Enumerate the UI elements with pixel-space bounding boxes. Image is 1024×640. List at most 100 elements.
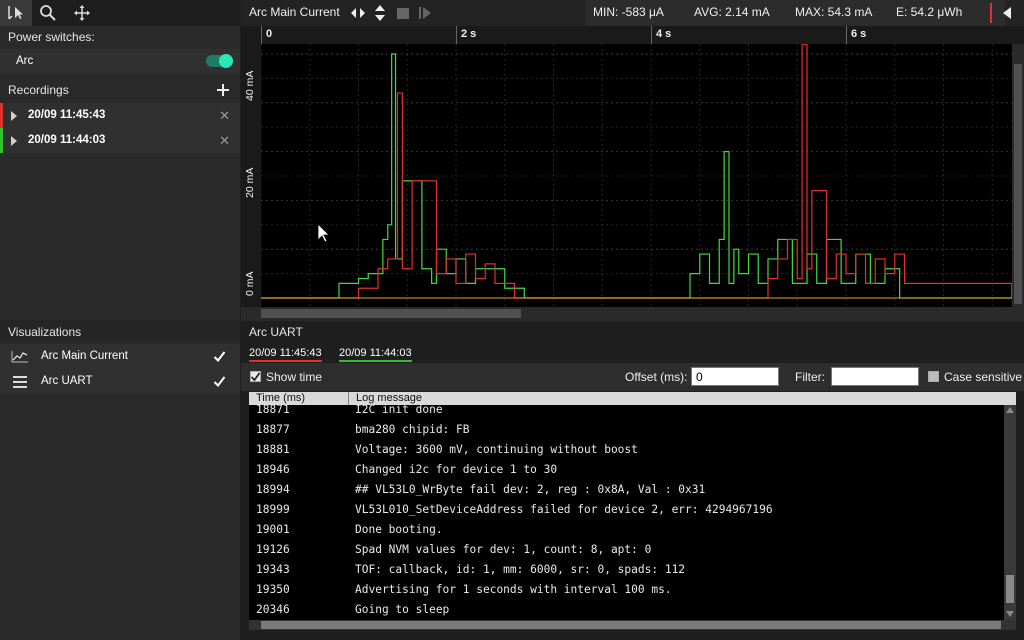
expand-triangle-icon[interactable]	[11, 111, 17, 121]
power-switch-row-arc: Arc	[0, 49, 240, 74]
log-row[interactable]: 18994 ## VL53L0_WrByte fail dev: 2, reg :…	[249, 480, 1001, 500]
mouse-cursor-icon	[317, 223, 330, 243]
visualization-checkbox[interactable]	[213, 375, 226, 388]
chart-title: Arc Main Current	[249, 5, 340, 19]
log-message: TOF: callback, id: 1, mm: 6000, sr: 0, s…	[355, 563, 686, 576]
scroll-thumb[interactable]	[1014, 64, 1022, 304]
log-time: 18994	[256, 483, 290, 496]
series-line	[261, 44, 1012, 299]
uart-title: Arc UART	[249, 325, 303, 339]
case-sensitive-label: Case sensitive	[944, 370, 1023, 384]
current-chart[interactable]	[261, 44, 1012, 307]
stop-icon[interactable]	[397, 8, 409, 19]
recording-item[interactable]: 20/09 11:44:03 ✕	[0, 128, 240, 153]
log-time: 20346	[256, 603, 290, 616]
log-time: 18877	[256, 423, 290, 436]
stats-area: MIN: -583 μA AVG: 2.14 mA MAX: 54.3 mA E…	[585, 0, 1005, 26]
plus-icon	[217, 84, 229, 96]
log-row[interactable]: 18871 I2C init done	[249, 400, 1001, 420]
log-message: Changed i2c for device 1 to 30	[355, 463, 558, 476]
close-icon[interactable]: ✕	[219, 108, 230, 124]
log-message: Voltage: 3600 mV, continuing without boo…	[355, 443, 638, 456]
check-icon	[213, 376, 226, 388]
cursor-select-icon	[8, 6, 23, 20]
recording-label: 20/09 11:44:03	[28, 134, 106, 146]
visualization-label: Arc UART	[41, 375, 93, 387]
x-tick-line	[261, 26, 262, 44]
add-recording-button[interactable]	[216, 78, 230, 103]
power-switches-title: Power switches:	[8, 30, 95, 44]
min-stat: MIN: -583 μA	[593, 5, 664, 19]
log-row[interactable]: 19343 TOF: callback, id: 1, mm: 6000, sr:…	[249, 560, 1001, 580]
visualization-label: Arc Main Current	[41, 350, 128, 362]
log-message: bma280 chipid: FB	[355, 423, 470, 436]
move-arrows-icon	[74, 5, 90, 21]
zoom-tool-button[interactable]	[32, 0, 64, 26]
log-time: 19001	[256, 523, 290, 536]
log-horizontal-scrollbar[interactable]	[249, 620, 1016, 630]
scroll-up-icon[interactable]	[1006, 407, 1014, 413]
select-tool-button[interactable]	[0, 0, 32, 26]
uart-controls: Show time Offset (ms): Filter: Case sens…	[241, 363, 1024, 391]
close-icon[interactable]: ✕	[219, 133, 230, 149]
y-tick-label: 40 mA	[244, 70, 256, 101]
red-marker	[990, 3, 992, 23]
log-row[interactable]: 18877 bma280 chipid: FB	[249, 420, 1001, 440]
scroll-down-icon[interactable]	[1006, 611, 1014, 617]
list-icon	[13, 376, 27, 388]
log-row[interactable]: 18946 Changed i2c for device 1 to 30	[249, 460, 1001, 480]
chart-horizontal-scrollbar[interactable]	[241, 307, 1024, 321]
avg-stat: AVG: 2.14 mA	[694, 5, 770, 19]
power-switch-label: Arc	[16, 55, 34, 67]
arc-power-toggle[interactable]	[206, 54, 233, 68]
recording-item[interactable]: 20/09 11:45:43 ✕	[0, 103, 240, 128]
visualization-item[interactable]: Arc UART	[0, 369, 240, 394]
play-step-icon[interactable]	[419, 7, 431, 19]
visualization-checkbox[interactable]	[213, 350, 226, 363]
log-row[interactable]: 18999 VL53L010_SetDeviceAddress failed fo…	[249, 500, 1001, 520]
visualizations-header: Visualizations	[0, 320, 240, 342]
log-row[interactable]: 20346 Going to sleep	[249, 600, 1001, 620]
case-sensitive-checkbox[interactable]	[928, 371, 939, 382]
log-message: Going to sleep	[355, 603, 450, 616]
horizontal-resize-icon[interactable]	[351, 7, 365, 19]
x-tick-label: 0	[266, 28, 273, 40]
recording-color-bar	[0, 103, 3, 128]
vertical-resize-icon[interactable]	[375, 5, 385, 21]
toggle-knob	[219, 54, 233, 68]
pan-tool-button[interactable]	[66, 0, 98, 26]
y-tick-label: 0 mA	[244, 271, 256, 296]
log-time: 18946	[256, 463, 290, 476]
log-row[interactable]: 18881 Voltage: 3600 mV, continuing withou…	[249, 440, 1001, 460]
log-row[interactable]: 19126 Spad NVM values for dev: 1, count: …	[249, 540, 1001, 560]
show-time-label: Show time	[266, 370, 323, 384]
log-time: 18999	[256, 503, 290, 516]
chevron-left-icon[interactable]	[1003, 7, 1011, 19]
filter-input[interactable]	[831, 367, 919, 386]
recording-label: 20/09 11:45:43	[28, 109, 106, 121]
log-row[interactable]: 19350 Advertising for 1 seconds with inte…	[249, 580, 1001, 600]
log-message: Advertising for 1 seconds with interval …	[355, 583, 672, 596]
scroll-thumb[interactable]	[1006, 575, 1014, 603]
energy-stat: E: 54.2 μWh	[896, 5, 963, 19]
x-tick-label: 6 s	[851, 28, 867, 40]
visualizations-title: Visualizations	[8, 325, 82, 339]
recording-tab[interactable]: 20/09 11:44:03	[339, 347, 412, 362]
chart-series	[261, 44, 1012, 299]
visualization-item[interactable]: Arc Main Current	[0, 344, 240, 369]
scroll-thumb[interactable]	[261, 621, 1001, 629]
expand-triangle-icon[interactable]	[11, 136, 17, 146]
show-time-checkbox[interactable]	[250, 371, 261, 382]
offset-input[interactable]	[691, 367, 779, 386]
recording-tab[interactable]: 20/09 11:45:43	[249, 347, 322, 362]
max-stat: MAX: 54.3 mA	[795, 5, 873, 19]
uart-log-table[interactable]: Time (ms) Log message 18871 I2C init done…	[249, 392, 1016, 620]
scroll-thumb[interactable]	[261, 309, 521, 318]
chart-vertical-scrollbar[interactable]	[1012, 44, 1024, 307]
x-tick-label: 4 s	[656, 28, 672, 40]
log-message: Done booting.	[355, 523, 443, 536]
x-tick-label: 2 s	[461, 28, 477, 40]
check-icon	[250, 372, 261, 382]
log-vertical-scrollbar[interactable]	[1004, 405, 1016, 620]
log-row[interactable]: 19001 Done booting.	[249, 520, 1001, 540]
